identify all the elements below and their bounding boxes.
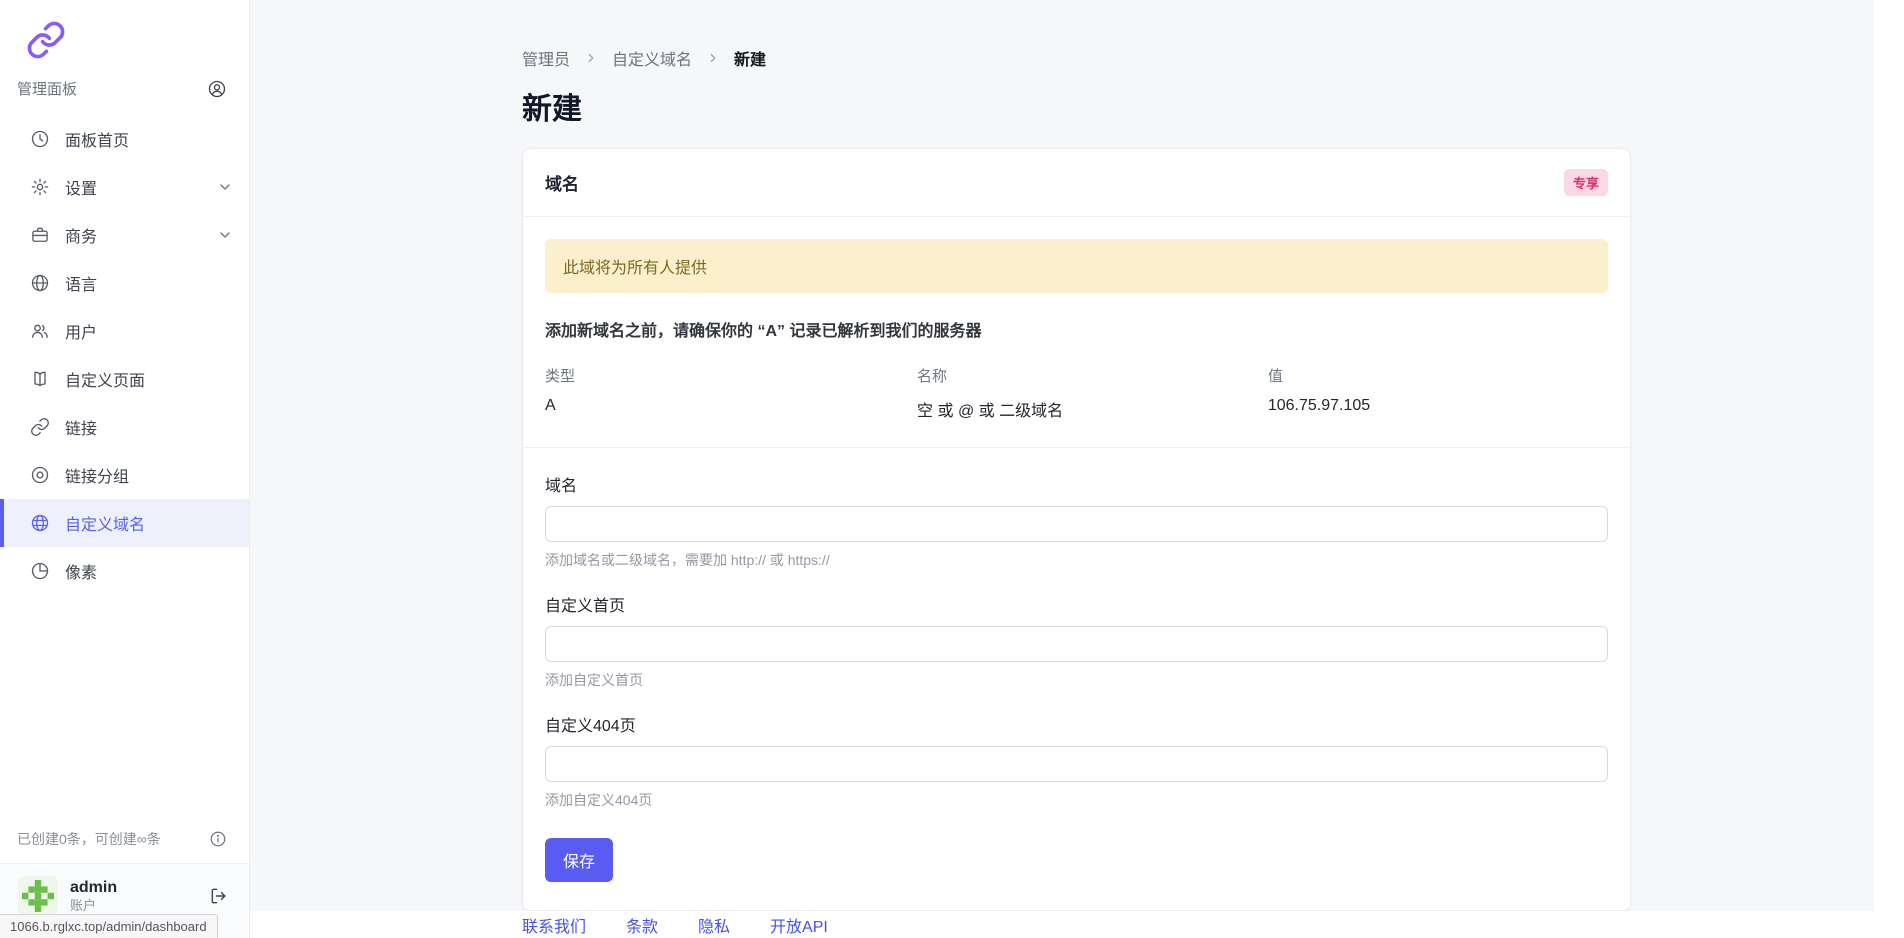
dns-col-name: 名称 [917,365,1268,386]
user-meta: admin 账户 [70,878,117,914]
sidebar-item-settings[interactable]: 设置 [0,163,249,211]
app-logo[interactable] [0,0,249,66]
sidebar-title: 管理面板 [17,78,77,99]
content: 管理员 自定义域名 新建 新建 域名 专享 此域将为所有人提供 添加新域 [250,0,1904,911]
chevron-right-icon [706,51,720,65]
avatar[interactable] [18,876,58,916]
save-button[interactable]: 保存 [545,838,613,882]
briefcase-icon [30,225,50,245]
sidebar-item-language[interactable]: 语言 [0,259,249,307]
status-link-tooltip: 1066.b.rglxc.top/admin/dashboard [0,914,218,938]
sidebar-item-links[interactable]: 链接 [0,403,249,451]
sidebar-header: 管理面板 [0,66,249,107]
scrollbar[interactable] [1874,0,1904,938]
sidebar-item-label: 链接 [65,415,97,439]
footer-link-privacy[interactable]: 隐私 [698,913,730,937]
footer-link-terms[interactable]: 条款 [626,913,658,937]
sidebar-item-label: 面板首页 [65,127,129,151]
domain-card: 域名 专享 此域将为所有人提供 添加新域名之前，请确保你的 “A” 记录已解析到… [522,148,1631,911]
dns-section: 此域将为所有人提供 添加新域名之前，请确保你的 “A” 记录已解析到我们的服务器… [523,217,1630,448]
account-circle-icon[interactable] [207,79,227,99]
notfound-input[interactable] [545,746,1608,782]
book-icon [30,369,50,389]
page-footer: 联系我们 条款 隐私 开放API [250,911,1904,938]
user-name: admin [70,878,117,898]
homepage-input[interactable] [545,626,1608,662]
card-title: 域名 [545,170,579,195]
pixel-icon [30,561,50,581]
target-icon [30,465,50,485]
sidebar-item-label: 设置 [65,175,97,199]
main-area: 管理员 自定义域名 新建 新建 域名 专享 此域将为所有人提供 添加新域 [250,0,1904,938]
link-logo-icon [26,20,249,60]
sidebar-item-label: 自定义页面 [65,367,145,391]
sidebar-item-label: 语言 [65,271,97,295]
breadcrumb-custom-domains[interactable]: 自定义域名 [612,46,692,70]
chevron-down-icon [217,227,233,243]
sidebar-item-label: 商务 [65,223,97,247]
sidebar-item-label: 像素 [65,559,97,583]
logout-icon[interactable] [209,886,229,906]
notice-banner: 此域将为所有人提供 [545,239,1608,293]
sidebar-item-label: 用户 [65,319,97,343]
dns-val-name: 空 或 @ 或 二级域名 [917,397,1268,421]
sidebar-item-custom-domains[interactable]: 自定义域名 [0,499,249,547]
sidebar-item-dashboard[interactable]: 面板首页 [0,115,249,163]
domain-form: 域名 添加域名或二级域名，需要加 http:// 或 https:// 自定义首… [523,448,1630,910]
card-header: 域名 专享 [523,149,1630,217]
sidebar-item-custom-pages[interactable]: 自定义页面 [0,355,249,403]
notfound-help: 添加自定义404页 [545,790,1608,810]
homepage-label: 自定义首页 [545,592,1608,616]
dns-instruction: 添加新域名之前，请确保你的 “A” 记录已解析到我们的服务器 [545,317,1608,341]
sidebar-item-label: 自定义域名 [65,511,145,535]
footer-link-contact[interactable]: 联系我们 [522,913,586,937]
dns-record-table: 类型 名称 值 A 空 或 @ 或 二级域名 106.75.97.105 [545,365,1608,421]
notfound-field: 自定义404页 添加自定义404页 [545,712,1608,810]
domain-input[interactable] [545,506,1608,542]
notfound-label: 自定义404页 [545,712,1608,736]
dns-val-type: A [545,397,917,421]
sidebar: 管理面板 面板首页 设置 [0,0,250,938]
sidebar-item-link-groups[interactable]: 链接分组 [0,451,249,499]
domain-label: 域名 [545,472,1608,496]
sidebar-item-business[interactable]: 商务 [0,211,249,259]
link-icon [30,417,50,437]
sidebar-menu: 面板首页 设置 商务 [0,107,249,595]
sidebar-item-label: 链接分组 [65,463,129,487]
user-role: 账户 [70,898,117,914]
sidebar-item-pixels[interactable]: 像素 [0,547,249,595]
homepage-field: 自定义首页 添加自定义首页 [545,592,1608,690]
exclusive-badge: 专享 [1564,169,1608,196]
gear-icon [30,177,50,197]
dashboard-icon [30,129,50,149]
chevron-down-icon [217,179,233,195]
globe-icon [30,273,50,293]
domain-globe-icon [30,513,50,533]
dns-col-value: 值 [1268,365,1608,386]
quota-row: 已创建0条，可创建∞条 [0,817,249,863]
homepage-help: 添加自定义首页 [545,670,1608,690]
domain-help: 添加域名或二级域名，需要加 http:// 或 https:// [545,550,1608,570]
info-icon[interactable] [209,830,227,848]
users-icon [30,321,50,341]
breadcrumb: 管理员 自定义域名 新建 [522,46,1904,70]
chevron-right-icon [584,51,598,65]
domain-field: 域名 添加域名或二级域名，需要加 http:// 或 https:// [545,472,1608,570]
footer-link-open-api[interactable]: 开放API [770,913,828,937]
sidebar-item-users[interactable]: 用户 [0,307,249,355]
quota-text: 已创建0条，可创建∞条 [17,829,161,849]
app-root: 管理面板 面板首页 设置 [0,0,1904,938]
page-title: 新建 [522,84,1904,128]
breadcrumb-current: 新建 [734,46,766,70]
dns-val-value: 106.75.97.105 [1268,397,1608,421]
breadcrumb-admin[interactable]: 管理员 [522,46,570,70]
dns-col-type: 类型 [545,365,917,386]
